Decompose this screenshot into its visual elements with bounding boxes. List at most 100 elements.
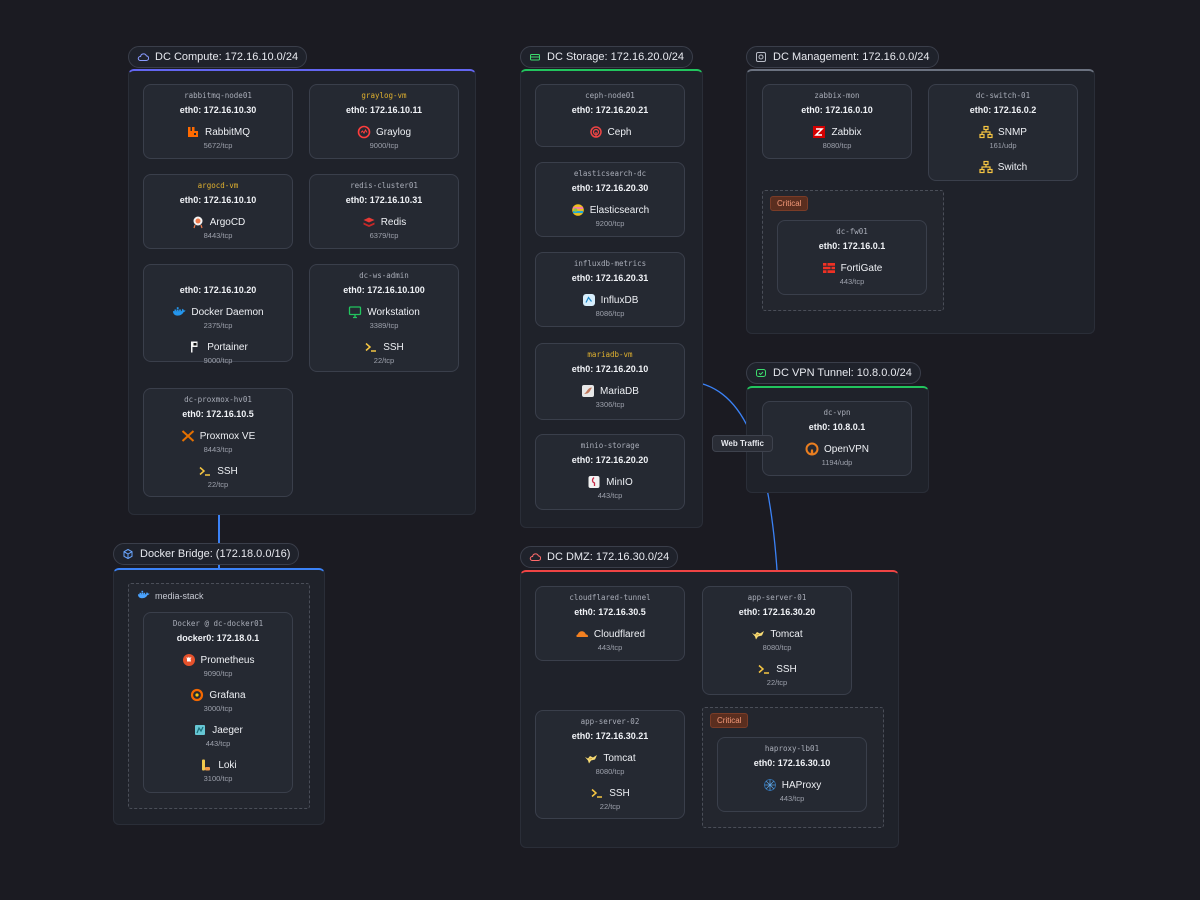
group-label-docker-bridge[interactable]: Docker Bridge: (172.18.0.0/16): [113, 543, 300, 565]
service-name: MinIO: [606, 476, 633, 488]
node-cloudflared[interactable]: cloudflared-tunnel eth0: 172.16.30.5 Cloud…: [535, 586, 685, 661]
service-port: 161/udp: [989, 141, 1017, 150]
node-hostname: app-server-02: [580, 717, 640, 726]
cloud-icon: [137, 51, 149, 63]
service-entry[interactable]: RabbitMQ: [144, 125, 292, 139]
node-argocd[interactable]: argocd-vm eth0: 172.16.10.10 ArgoCD 8443/tc…: [143, 174, 293, 249]
service-port: 22/tcp: [207, 480, 229, 489]
service-entry[interactable]: SSH: [703, 662, 851, 676]
node-fortigate[interactable]: dc-fw01 eth0: 172.16.0.1 FortiGate 443/tcp: [777, 220, 927, 295]
service-entry[interactable]: Tomcat: [536, 751, 684, 765]
service-entry[interactable]: MariaDB: [536, 384, 684, 398]
node-haproxy[interactable]: haproxy-lb01 eth0: 172.16.30.10 HAProxy 443…: [717, 737, 867, 812]
service-name: FortiGate: [840, 262, 883, 274]
service-name: SSH: [776, 663, 797, 675]
service-entry[interactable]: SNMP: [929, 125, 1077, 139]
node-ip-address: eth0: 172.16.20.21: [571, 105, 649, 115]
grafana-icon: [190, 688, 204, 702]
node-switch[interactable]: dc-switch-01 eth0: 172.16.0.2 SNMP 161/udp S…: [928, 84, 1078, 181]
service-entry[interactable]: Loki: [144, 758, 292, 772]
service-entry[interactable]: MinIO: [536, 475, 684, 489]
service-name: Portainer: [207, 341, 248, 353]
docker-icon: [137, 590, 150, 602]
service-entry[interactable]: SSH: [310, 340, 458, 354]
node-graylog[interactable]: graylog-vm eth0: 172.16.10.11 Graylog 9000/…: [309, 84, 459, 159]
node-ip-address: eth0: 172.16.30.10: [753, 758, 831, 768]
portainer-icon: [188, 340, 202, 354]
service-entry[interactable]: HAProxy: [718, 778, 866, 792]
rabbitmq-icon: [186, 125, 200, 139]
loki-icon: [199, 758, 213, 772]
node-ws-admin[interactable]: dc-ws-admin eth0: 172.16.10.100 Workstatio…: [309, 264, 459, 372]
service-entry[interactable]: Tomcat: [703, 627, 851, 641]
service-entry[interactable]: Grafana: [144, 688, 292, 702]
docker-icon: [172, 305, 186, 319]
node-hostname: minio-storage: [580, 441, 640, 450]
group-label-dc-vpn[interactable]: DC VPN Tunnel: 10.8.0.0/24: [746, 362, 921, 384]
service-entry[interactable]: Workstation: [310, 305, 458, 319]
group-label-dc-compute[interactable]: DC Compute: 172.16.10.0/24: [128, 46, 308, 68]
node-hostname: mariadb-vm: [587, 350, 633, 359]
network-canvas: DC Compute: 172.16.10.0/24 DC Storage: 1…: [0, 0, 1200, 900]
node-ceph[interactable]: ceph-node01 eth0: 172.16.20.21 Ceph: [535, 84, 685, 147]
node-minio[interactable]: minio-storage eth0: 172.16.20.20 MinIO 443/…: [535, 434, 685, 510]
haproxy-icon: [763, 778, 777, 792]
service-port: 8443/tcp: [203, 231, 233, 240]
node-app2[interactable]: app-server-02 eth0: 172.16.30.21 Tomcat 808…: [535, 710, 685, 819]
node-vpn[interactable]: dc-vpn eth0: 10.8.0.1 OpenVPN 1194/udp: [762, 401, 912, 476]
group-label-dc-storage[interactable]: DC Storage: 172.16.20.0/24: [520, 46, 693, 68]
node-proxmox[interactable]: dc-proxmox-hv01 eth0: 172.16.10.5 Proxmox …: [143, 388, 293, 497]
service-port: 3306/tcp: [595, 400, 625, 409]
node-ip-address: eth0: 172.16.20.30: [571, 183, 649, 193]
service-entry[interactable]: FortiGate: [778, 261, 926, 275]
service-entry[interactable]: InfluxDB: [536, 293, 684, 307]
service-entry[interactable]: SSH: [536, 786, 684, 800]
service-name: Tomcat: [603, 752, 636, 764]
service-entry[interactable]: Jaeger: [144, 723, 292, 737]
node-hostname: cloudflared-tunnel: [569, 593, 651, 602]
node-ip-address: docker0: 172.18.0.1: [176, 633, 260, 643]
service-entry[interactable]: OpenVPN: [763, 442, 911, 456]
node-mariadb[interactable]: mariadb-vm eth0: 172.16.20.10 MariaDB 3306/…: [535, 343, 685, 420]
service-name: SNMP: [998, 126, 1027, 138]
node-hostname: redis-cluster01: [350, 181, 418, 190]
service-entry[interactable]: Ceph: [536, 125, 684, 139]
group-label-text: DC DMZ: 172.16.30.0/24: [547, 551, 670, 563]
mariadb-icon: [581, 384, 595, 398]
redis-icon: [362, 215, 376, 229]
service-entry[interactable]: SSH: [144, 464, 292, 478]
terminal-icon: [198, 464, 212, 478]
node-docker-container[interactable]: Docker @ dc-docker01 docker0: 172.18.0.1 P…: [143, 612, 293, 793]
node-redis[interactable]: redis-cluster01 eth0: 172.16.10.31 Redis 63…: [309, 174, 459, 249]
node-elastic[interactable]: elasticsearch-dc eth0: 172.16.20.30 Elasti…: [535, 162, 685, 237]
service-entry[interactable]: Prometheus: [144, 653, 292, 667]
node-docker-host[interactable]: eth0: 172.16.10.20 Docker Daemon 2375/tcp P…: [143, 264, 293, 365]
service-entry[interactable]: Switch: [929, 160, 1077, 174]
minio-icon: [587, 475, 601, 489]
service-entry[interactable]: Redis: [310, 215, 458, 229]
group-label-dc-dmz[interactable]: DC DMZ: 172.16.30.0/24: [520, 546, 679, 568]
edge-label-web-traffic[interactable]: Web Traffic: [712, 435, 773, 452]
node-hostname: dc-switch-01: [975, 91, 1031, 100]
jaeger-icon: [193, 723, 207, 737]
service-entry[interactable]: ArgoCD: [144, 215, 292, 229]
node-zabbix[interactable]: zabbix-mon eth0: 172.16.0.10 Zabbix 8080/tc…: [762, 84, 912, 159]
service-entry[interactable]: Cloudflared: [536, 627, 684, 641]
node-influx[interactable]: influxdb-metrics eth0: 172.16.20.31 Influx…: [535, 252, 685, 327]
service-entry[interactable]: Elasticsearch: [536, 203, 684, 217]
service-entry[interactable]: Docker Daemon: [144, 305, 292, 319]
node-app1[interactable]: app-server-01 eth0: 172.16.30.20 Tomcat 808…: [702, 586, 852, 695]
service-entry[interactable]: Graylog: [310, 125, 458, 139]
node-ip-address: eth0: 172.16.20.31: [571, 273, 649, 283]
group-label-dc-management[interactable]: DC Management: 172.16.0.0/24: [746, 46, 939, 68]
node-ip-address: eth0: 172.16.10.11: [345, 105, 423, 115]
service-entry[interactable]: Proxmox VE: [144, 429, 292, 443]
service-entry[interactable]: Portainer: [144, 340, 292, 354]
management-icon: [755, 51, 767, 63]
node-ip-address: eth0: 10.8.0.1: [808, 422, 866, 432]
service-port: 443/tcp: [597, 491, 623, 500]
service-port: 6379/tcp: [369, 231, 399, 240]
service-entry[interactable]: Zabbix: [763, 125, 911, 139]
service-port: 443/tcp: [597, 643, 623, 652]
node-rabbitmq[interactable]: rabbitmq-node01 eth0: 172.16.10.30 RabbitM…: [143, 84, 293, 159]
